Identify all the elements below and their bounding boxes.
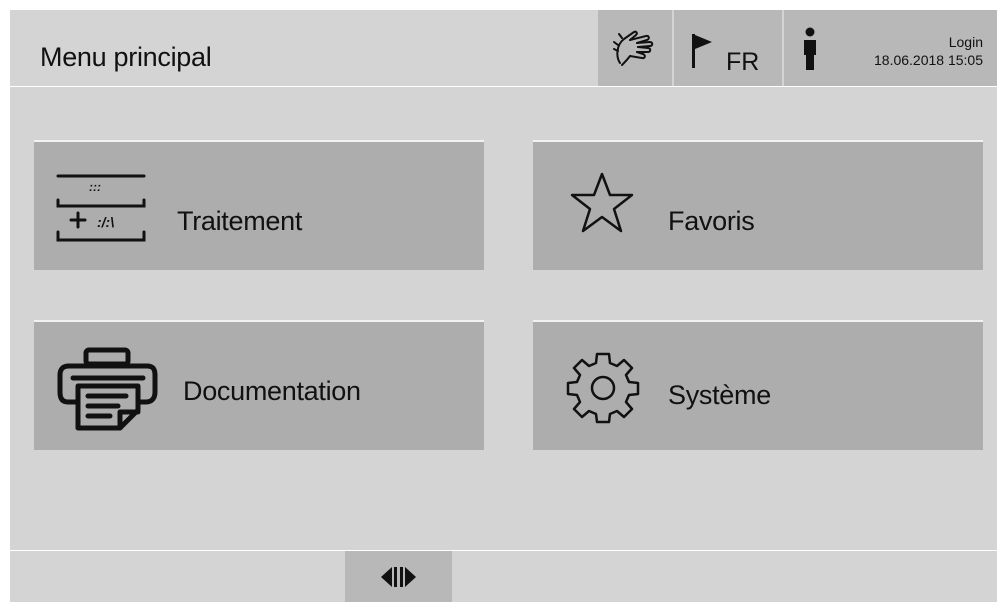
flag-icon — [692, 34, 712, 68]
page-title: Menu principal — [40, 42, 212, 72]
system-tile[interactable]: Système — [533, 320, 983, 450]
person-icon — [804, 27, 816, 70]
gear-icon — [566, 352, 640, 424]
treatment-label: Traitement — [177, 206, 303, 236]
footer-bar — [10, 550, 997, 602]
user-login-button[interactable]: Login 18.06.2018 15:05 — [784, 10, 997, 86]
treatment-tile[interactable]: ::: :/:\ Traitement — [34, 140, 484, 270]
printer-icon — [57, 347, 158, 431]
treatment-icon: ::: :/:\ — [56, 174, 146, 242]
system-label: Système — [668, 380, 771, 410]
login-label: Login — [948, 34, 983, 50]
screen: Menu principal FR Login 18.06.2018 15:05… — [10, 10, 997, 602]
favorites-tile[interactable]: Favoris — [533, 140, 983, 270]
language-button[interactable]: FR — [674, 10, 782, 86]
svg-text::/:\: :/:\ — [97, 214, 114, 230]
touch-lock-button[interactable] — [598, 10, 672, 86]
language-code: FR — [726, 48, 760, 76]
header-bar: Menu principal FR Login 18.06.2018 15:05 — [10, 10, 997, 87]
star-icon — [570, 172, 634, 233]
hand-touch-icon — [613, 30, 654, 66]
panel-toggle-icon — [381, 567, 416, 587]
panel-toggle-button[interactable] — [345, 551, 452, 602]
documentation-tile[interactable]: Documentation — [34, 320, 484, 450]
favorites-label: Favoris — [668, 206, 755, 236]
documentation-label: Documentation — [183, 376, 361, 406]
date-time: 18.06.2018 15:05 — [874, 52, 983, 68]
svg-text::::: ::: — [89, 180, 101, 194]
